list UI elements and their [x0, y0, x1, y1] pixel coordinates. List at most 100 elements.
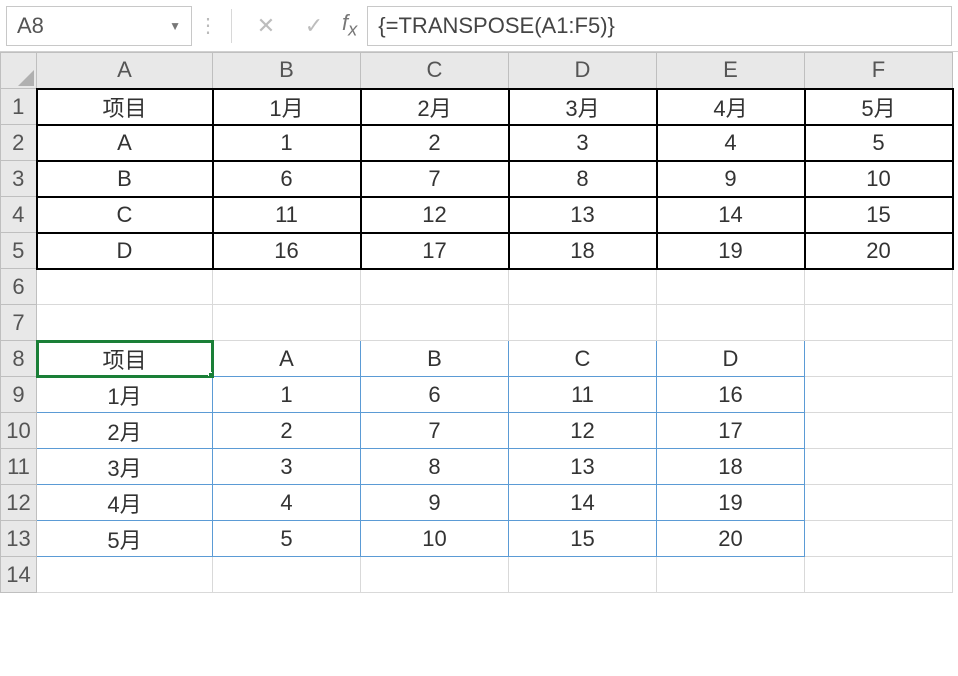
cell-F6[interactable] — [805, 269, 953, 305]
col-header-C[interactable]: C — [361, 53, 509, 89]
col-header-B[interactable]: B — [213, 53, 361, 89]
cell-C11[interactable]: 8 — [361, 449, 509, 485]
cell-D7[interactable] — [509, 305, 657, 341]
cell-B2[interactable]: 1 — [213, 125, 361, 161]
cell-A10[interactable]: 2月 — [37, 413, 213, 449]
cell-A9[interactable]: 1月 — [37, 377, 213, 413]
cell-A13[interactable]: 5月 — [37, 521, 213, 557]
row-header-12[interactable]: 12 — [1, 485, 37, 521]
cell-E12[interactable]: 19 — [657, 485, 805, 521]
row-header-5[interactable]: 5 — [1, 233, 37, 269]
cell-C9[interactable]: 6 — [361, 377, 509, 413]
cell-A11[interactable]: 3月 — [37, 449, 213, 485]
row-header-1[interactable]: 1 — [1, 89, 37, 125]
cell-D5[interactable]: 18 — [509, 233, 657, 269]
cell-A8[interactable]: 项目 — [37, 341, 213, 377]
cell-B12[interactable]: 4 — [213, 485, 361, 521]
row-header-2[interactable]: 2 — [1, 125, 37, 161]
cell-D8[interactable]: C — [509, 341, 657, 377]
select-all-corner[interactable] — [1, 53, 37, 89]
row-header-6[interactable]: 6 — [1, 269, 37, 305]
cell-D9[interactable]: 11 — [509, 377, 657, 413]
cell-B5[interactable]: 16 — [213, 233, 361, 269]
cell-C8[interactable]: B — [361, 341, 509, 377]
row-header-13[interactable]: 13 — [1, 521, 37, 557]
cell-B1[interactable]: 1月 — [213, 89, 361, 125]
cell-B3[interactable]: 6 — [213, 161, 361, 197]
cell-C10[interactable]: 7 — [361, 413, 509, 449]
cell-D1[interactable]: 3月 — [509, 89, 657, 125]
cell-A2[interactable]: A — [37, 125, 213, 161]
formula-input[interactable] — [367, 6, 952, 46]
cell-D4[interactable]: 13 — [509, 197, 657, 233]
cell-E6[interactable] — [657, 269, 805, 305]
cell-F13[interactable] — [805, 521, 953, 557]
cell-E13[interactable]: 20 — [657, 521, 805, 557]
row-header-10[interactable]: 10 — [1, 413, 37, 449]
spreadsheet-grid[interactable]: A B C D E F 1 项目 1月 2月 3月 4月 5月 2 A 1 2 … — [0, 52, 958, 593]
cell-F14[interactable] — [805, 557, 953, 593]
cell-A6[interactable] — [37, 269, 213, 305]
cell-E9[interactable]: 16 — [657, 377, 805, 413]
fill-handle-icon[interactable] — [208, 372, 213, 377]
cell-A5[interactable]: D — [37, 233, 213, 269]
cell-E7[interactable] — [657, 305, 805, 341]
cell-E11[interactable]: 18 — [657, 449, 805, 485]
cell-A4[interactable]: C — [37, 197, 213, 233]
cell-B7[interactable] — [213, 305, 361, 341]
cell-F2[interactable]: 5 — [805, 125, 953, 161]
row-header-4[interactable]: 4 — [1, 197, 37, 233]
col-header-F[interactable]: F — [805, 53, 953, 89]
cell-F1[interactable]: 5月 — [805, 89, 953, 125]
cell-C1[interactable]: 2月 — [361, 89, 509, 125]
cell-C3[interactable]: 7 — [361, 161, 509, 197]
cell-B10[interactable]: 2 — [213, 413, 361, 449]
cell-C4[interactable]: 12 — [361, 197, 509, 233]
cell-B4[interactable]: 11 — [213, 197, 361, 233]
cell-F9[interactable] — [805, 377, 953, 413]
cell-E4[interactable]: 14 — [657, 197, 805, 233]
cell-A12[interactable]: 4月 — [37, 485, 213, 521]
cancel-icon[interactable]: ✕ — [242, 6, 290, 46]
dropdown-icon[interactable]: ▼ — [169, 19, 181, 33]
cell-E8[interactable]: D — [657, 341, 805, 377]
cell-F5[interactable]: 20 — [805, 233, 953, 269]
cell-E14[interactable] — [657, 557, 805, 593]
cell-E10[interactable]: 17 — [657, 413, 805, 449]
enter-icon[interactable]: ✓ — [290, 6, 338, 46]
cell-F3[interactable]: 10 — [805, 161, 953, 197]
cell-D3[interactable]: 8 — [509, 161, 657, 197]
cell-C12[interactable]: 9 — [361, 485, 509, 521]
cell-F4[interactable]: 15 — [805, 197, 953, 233]
cell-B9[interactable]: 1 — [213, 377, 361, 413]
cell-C5[interactable]: 17 — [361, 233, 509, 269]
cell-D14[interactable] — [509, 557, 657, 593]
cell-C6[interactable] — [361, 269, 509, 305]
cell-C14[interactable] — [361, 557, 509, 593]
cell-F11[interactable] — [805, 449, 953, 485]
row-header-3[interactable]: 3 — [1, 161, 37, 197]
cell-B14[interactable] — [213, 557, 361, 593]
cell-D11[interactable]: 13 — [509, 449, 657, 485]
cell-E2[interactable]: 4 — [657, 125, 805, 161]
cell-B13[interactable]: 5 — [213, 521, 361, 557]
cell-B11[interactable]: 3 — [213, 449, 361, 485]
name-box[interactable]: A8 ▼ — [6, 6, 192, 46]
cell-D2[interactable]: 3 — [509, 125, 657, 161]
cell-E3[interactable]: 9 — [657, 161, 805, 197]
fx-icon[interactable]: fx — [338, 10, 367, 40]
col-header-A[interactable]: A — [37, 53, 213, 89]
row-header-11[interactable]: 11 — [1, 449, 37, 485]
cell-A7[interactable] — [37, 305, 213, 341]
row-header-7[interactable]: 7 — [1, 305, 37, 341]
cell-C13[interactable]: 10 — [361, 521, 509, 557]
col-header-D[interactable]: D — [509, 53, 657, 89]
cell-E5[interactable]: 19 — [657, 233, 805, 269]
row-header-8[interactable]: 8 — [1, 341, 37, 377]
cell-F8[interactable] — [805, 341, 953, 377]
cell-F7[interactable] — [805, 305, 953, 341]
cell-C7[interactable] — [361, 305, 509, 341]
cell-A3[interactable]: B — [37, 161, 213, 197]
row-header-9[interactable]: 9 — [1, 377, 37, 413]
cell-F10[interactable] — [805, 413, 953, 449]
